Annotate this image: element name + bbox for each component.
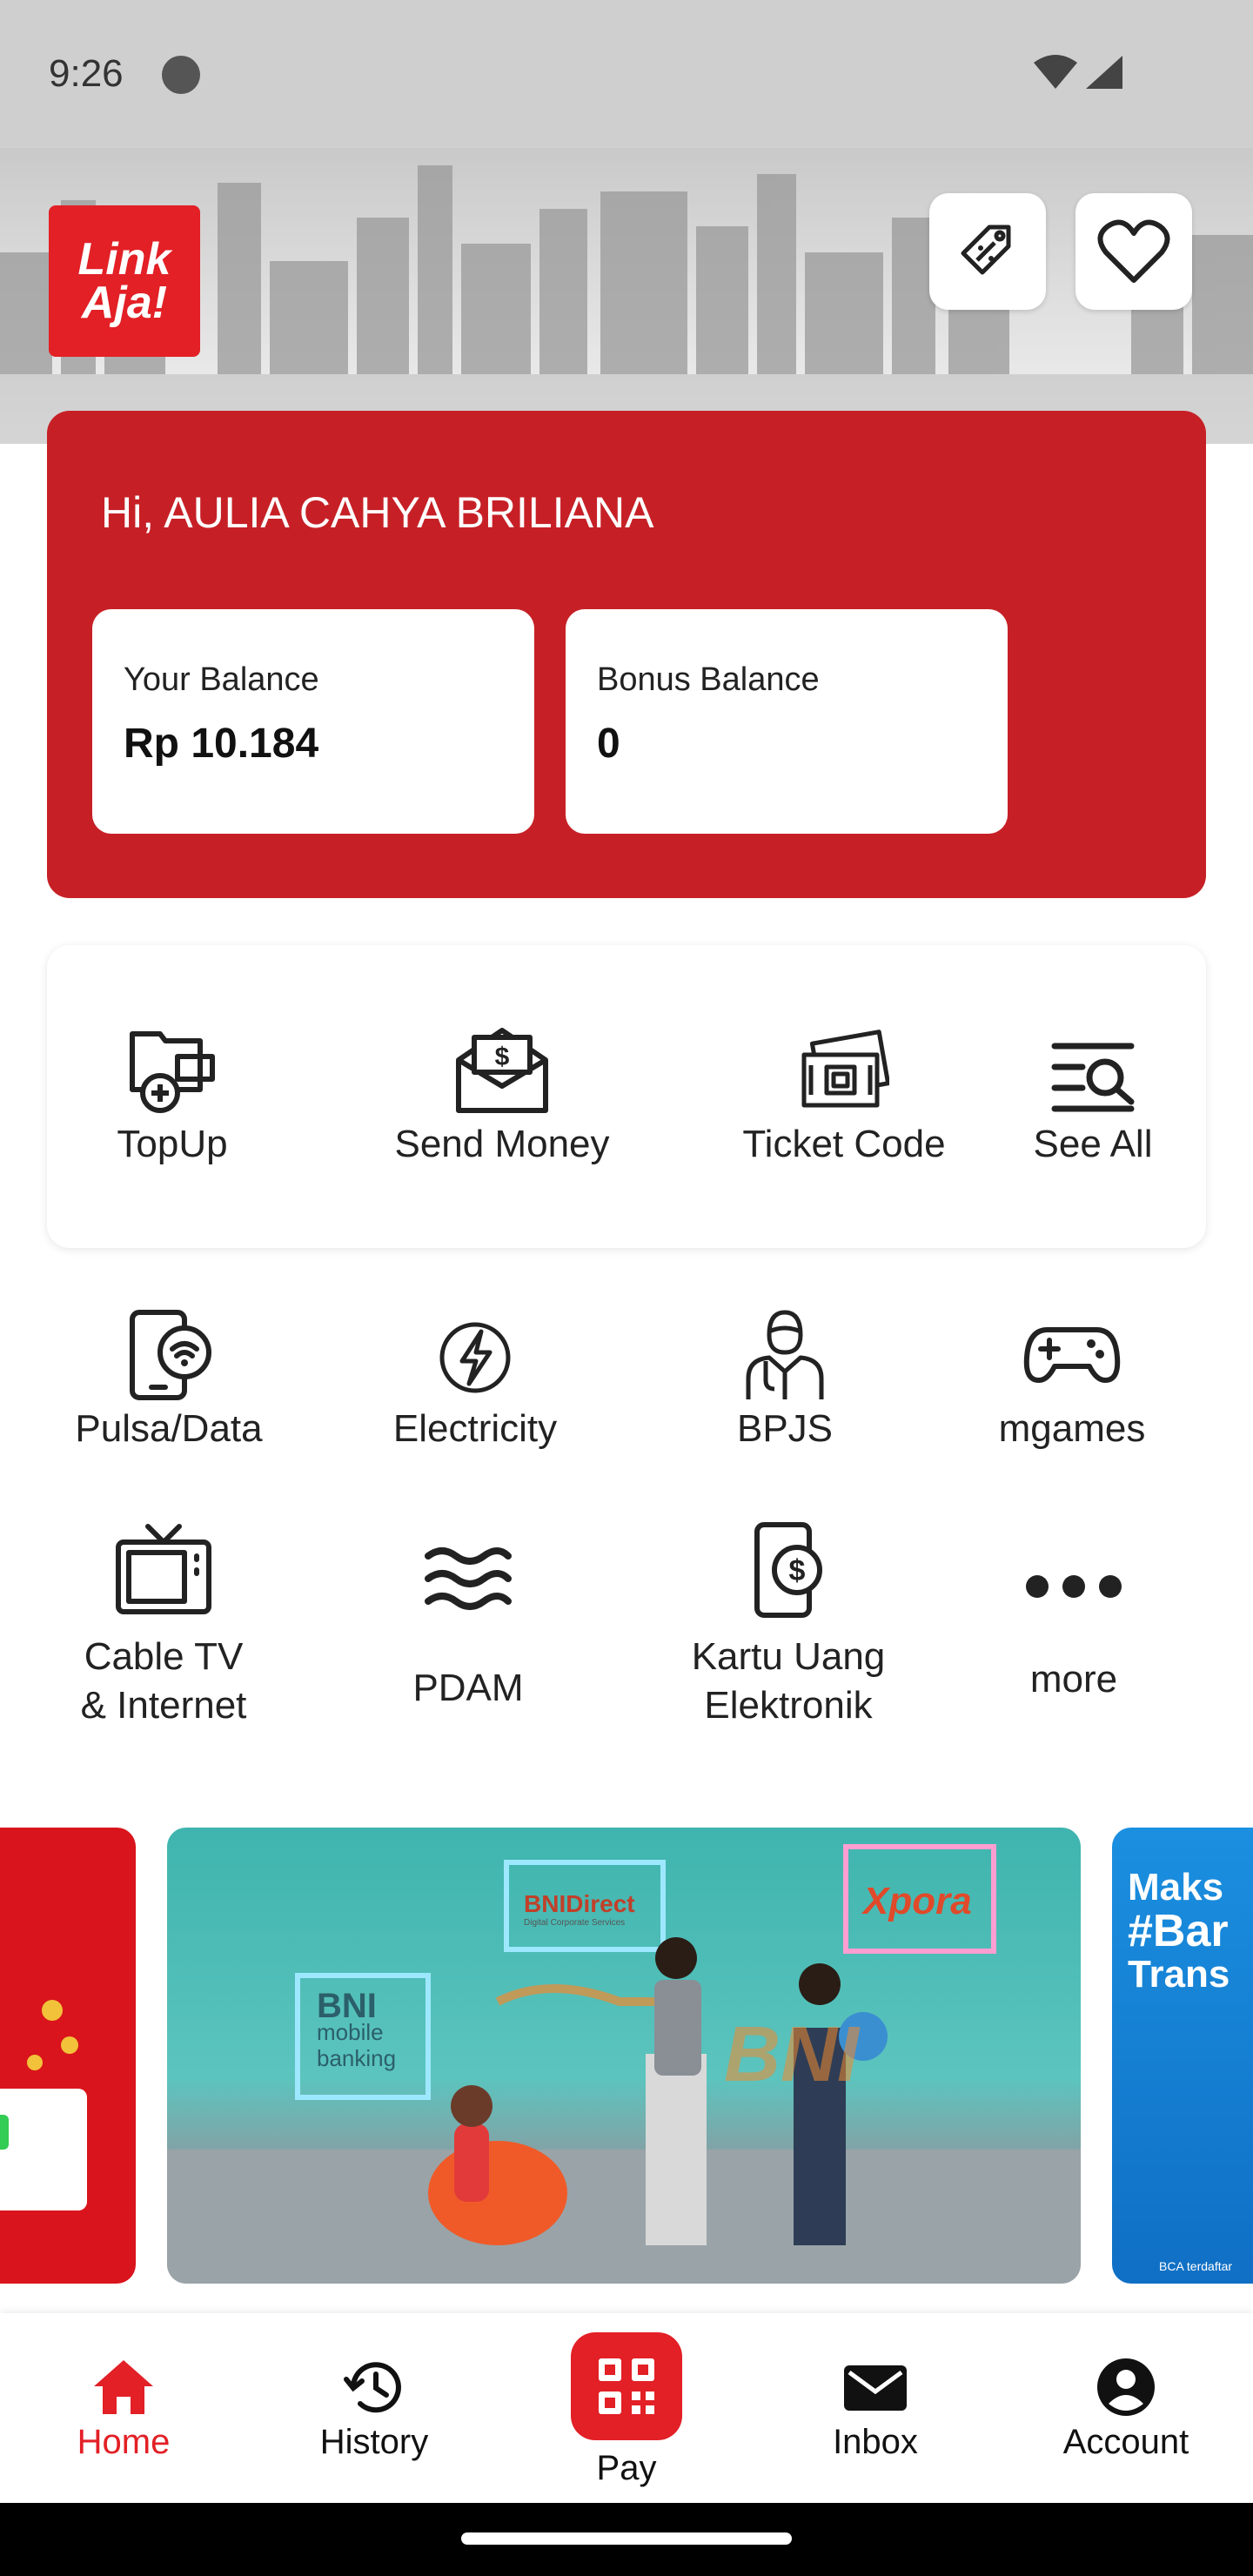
mail-icon — [844, 2365, 907, 2411]
see-all-button[interactable]: See All — [997, 1025, 1189, 1166]
service-more[interactable]: more — [943, 1572, 1204, 1704]
gamepad-icon — [1023, 1327, 1121, 1383]
nav-home[interactable]: Home — [19, 2357, 228, 2462]
banner-right-line3: Trans — [1128, 1953, 1230, 1996]
greeting-text: Hi, AULIA CAHYA BRILIANA — [101, 488, 654, 537]
list-search-icon — [1051, 1043, 1135, 1112]
banner-right-text: Maks #Bar Trans — [1128, 1866, 1230, 1996]
phone-wifi-icon — [130, 1310, 211, 1400]
nav-pay[interactable]: Pay — [522, 2332, 731, 2488]
anniversary-text: BNI — [724, 2011, 859, 2098]
card-money-icon: $ — [754, 1522, 822, 1618]
account-icon — [1097, 2358, 1155, 2416]
bni-mobile-logo: BNI mobile banking — [317, 1987, 397, 2071]
bnidirect-text: BNIDirect — [524, 1890, 635, 1917]
banner-right-line1: Maks — [1128, 1866, 1224, 1909]
header-banner: Link Aja! — [0, 148, 1253, 444]
service-pulsa-data[interactable]: Pulsa/Data — [38, 1309, 299, 1453]
promo-banner-right[interactable]: Maks #Bar Trans BCA terdaftar — [1112, 1828, 1253, 2284]
bonus-label: Bonus Balance — [597, 661, 820, 698]
bnidirect-subtext: Digital Corporate Services — [524, 1918, 626, 1928]
bnidirect-logo: BNIDirect Digital Corporate Services — [524, 1890, 635, 1928]
quick-label: TopUp — [117, 1123, 228, 1165]
nav-label: Inbox — [833, 2423, 918, 2461]
bonus-value: 0 — [597, 721, 620, 767]
service-bpjs[interactable]: BPJS — [654, 1309, 915, 1453]
ticket-code-icon — [801, 1030, 889, 1108]
balance-value: Rp 10.184 — [124, 721, 319, 767]
ticket-code-button[interactable]: Ticket Code — [670, 1025, 1018, 1166]
quick-menu-card: TopUp $ Send Money Ticket Code See All — [47, 945, 1206, 1248]
service-label-line1: Kartu Uang — [691, 1635, 886, 1678]
service-label: Pulsa/Data — [75, 1407, 263, 1450]
send-money-button[interactable]: $ Send Money — [324, 1025, 680, 1166]
bni-mobile-line2: mobile — [317, 2019, 384, 2045]
status-time: 9:26 — [49, 52, 124, 95]
your-balance-box[interactable]: Your Balance Rp 10.184 — [92, 609, 534, 834]
balance-label: Your Balance — [124, 661, 319, 698]
bonus-balance-box[interactable]: Bonus Balance 0 — [566, 609, 1008, 834]
service-label-line2: & Internet — [80, 1684, 247, 1727]
heart-icon — [1097, 219, 1170, 283]
tv-icon — [116, 1524, 211, 1614]
service-label-line2: Elektronik — [704, 1684, 873, 1727]
linkaja-logo: Link Aja! — [49, 205, 200, 357]
service-label: PDAM — [412, 1667, 524, 1709]
bni-mobile-line1: BNI — [317, 1987, 377, 2025]
bni-mobile-line3: banking — [317, 2045, 397, 2071]
quick-label: Send Money — [394, 1123, 610, 1165]
logo-text-line1: Link — [77, 234, 171, 285]
qr-code-icon — [599, 2358, 654, 2414]
topup-button[interactable]: TopUp — [85, 1025, 259, 1166]
service-cable-tv[interactable]: Cable TV & Internet — [33, 1521, 294, 1730]
nav-label: Account — [1062, 2423, 1189, 2461]
xpora-logo: Xpora — [863, 1880, 972, 1922]
banner-left-art — [0, 2000, 87, 2210]
service-label-line1: Cable TV — [84, 1635, 244, 1678]
service-kartu-uang-elektronik[interactable]: $ Kartu Uang Elektronik — [658, 1521, 919, 1730]
service-label: mgames — [998, 1407, 1146, 1450]
doctor-icon — [746, 1310, 824, 1399]
history-icon — [344, 2362, 401, 2413]
status-bar: 9:26 — [0, 0, 1253, 148]
service-label: Electricity — [392, 1407, 558, 1450]
nav-label: Pay — [596, 2449, 657, 2487]
nav-inbox[interactable]: Inbox — [771, 2357, 980, 2462]
service-label: BPJS — [736, 1407, 834, 1450]
svg-text:$: $ — [789, 1554, 806, 1587]
promo-banner-bni[interactable]: BNIDirect Digital Corporate Services Xpo… — [167, 1828, 1081, 2284]
nav-label: Home — [77, 2423, 171, 2461]
wifi-icon — [1034, 55, 1077, 89]
water-waves-icon — [425, 1547, 512, 1610]
balance-card: Hi, AULIA CAHYA BRILIANA Your Balance Rp… — [47, 411, 1206, 898]
signal-icon — [1086, 56, 1122, 89]
wishlist-button[interactable] — [1075, 193, 1192, 310]
discount-tag-icon — [961, 225, 1011, 275]
bottom-navigation: Home History Pay Inbox Account — [0, 2313, 1253, 2503]
service-electricity[interactable]: Electricity — [345, 1309, 606, 1453]
logo-text-line2: Aja! — [81, 278, 168, 328]
quick-label: Ticket Code — [742, 1123, 946, 1165]
nav-history[interactable]: History — [270, 2357, 479, 2462]
wallet-plus-icon — [130, 1031, 215, 1113]
service-pdam[interactable]: PDAM — [338, 1542, 599, 1713]
promo-banner-left[interactable] — [0, 1828, 136, 2284]
nav-label: History — [319, 2423, 429, 2461]
notification-icon — [162, 56, 200, 94]
service-label: more — [1029, 1658, 1118, 1701]
home-icon — [94, 2360, 153, 2414]
nav-account[interactable]: Account — [1022, 2357, 1230, 2462]
service-mgames[interactable]: mgames — [941, 1309, 1203, 1453]
pay-button[interactable] — [571, 2332, 682, 2440]
home-gesture-handle[interactable] — [461, 2532, 792, 2545]
banner-right-footer: BCA terdaftar — [1159, 2259, 1233, 2273]
quick-label: See All — [1033, 1123, 1153, 1165]
money-envelope-icon: $ — [456, 1028, 548, 1113]
gesture-bar — [0, 2503, 1253, 2576]
promo-button[interactable] — [929, 193, 1046, 310]
svg-text:$: $ — [495, 1043, 510, 1071]
lightning-icon — [439, 1322, 511, 1393]
banner-right-line2: #Bar — [1128, 1906, 1229, 1956]
more-dots-icon — [1026, 1575, 1122, 1598]
